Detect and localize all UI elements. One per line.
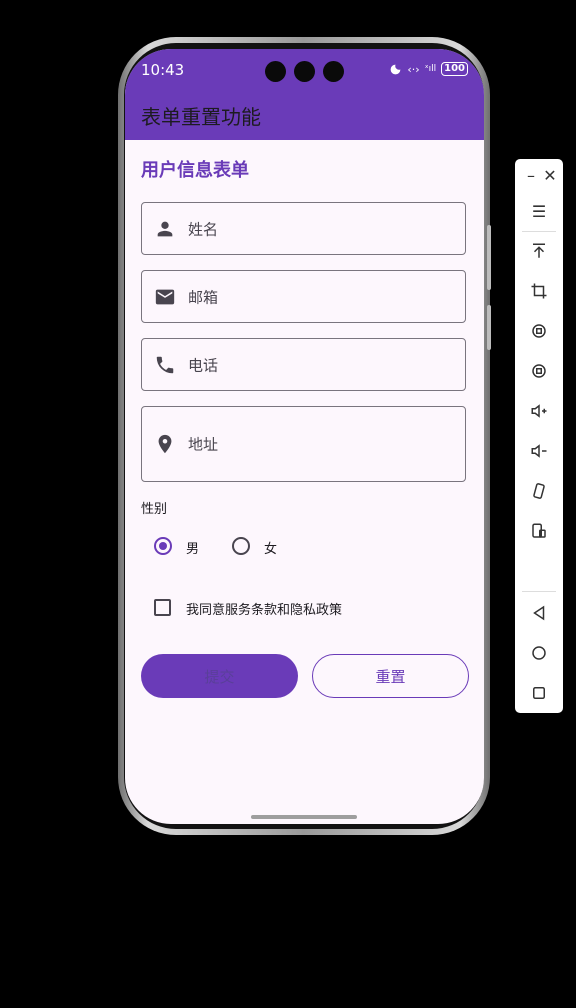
form-content: 用户信息表单 姓名 邮箱 电话 地址 性别 男 女 我同意服务条款和隐私政策 提…: [125, 140, 484, 824]
moon-icon: [390, 64, 401, 74]
gender-radio-male[interactable]: [154, 537, 172, 555]
crop-icon[interactable]: [527, 279, 551, 303]
mail-icon: [155, 289, 175, 304]
status-time: 10:43: [141, 61, 185, 79]
volume-up-icon[interactable]: [527, 399, 551, 423]
menu-icon[interactable]: ☰: [527, 199, 551, 223]
gender-label: 性别: [141, 502, 168, 517]
rotate-right-icon[interactable]: [527, 359, 551, 383]
agree-checkbox[interactable]: [154, 599, 171, 616]
name-field[interactable]: 姓名: [141, 202, 466, 255]
signal-icon: ˣıll: [424, 64, 437, 74]
email-placeholder: 邮箱: [188, 288, 219, 306]
address-placeholder: 地址: [188, 435, 219, 454]
camera-cutout: [265, 61, 344, 82]
scroll-top-icon[interactable]: [527, 239, 551, 263]
home-indicator[interactable]: [251, 815, 357, 819]
gender-option-male-label[interactable]: 男: [186, 538, 199, 557]
phone-screen: 10:43 ‹·› ˣıll 100 表单重置功能 用户信息表单 姓名 邮箱 电…: [125, 49, 484, 824]
gender-option-female-label[interactable]: 女: [264, 538, 277, 557]
shake-icon[interactable]: [527, 479, 551, 503]
name-placeholder: 姓名: [188, 220, 219, 238]
form-title: 用户信息表单: [141, 160, 249, 181]
email-field[interactable]: 邮箱: [141, 270, 466, 323]
reset-button[interactable]: 重置: [312, 654, 469, 698]
address-field[interactable]: 地址: [141, 406, 466, 482]
volume-button: [487, 225, 491, 290]
battery-icon: 100: [441, 62, 468, 76]
phone-placeholder: 电话: [188, 356, 219, 374]
home-icon[interactable]: [527, 641, 551, 665]
phone-icon: [156, 356, 174, 373]
volume-down-icon[interactable]: [527, 439, 551, 463]
power-button: [487, 305, 491, 350]
close-icon[interactable]: ✕: [538, 163, 562, 187]
gender-radio-female[interactable]: [232, 537, 250, 555]
fold-icon[interactable]: [527, 519, 551, 543]
person-icon: [157, 221, 173, 236]
app-bar: 表单重置功能: [125, 93, 484, 140]
agree-label[interactable]: 我同意服务条款和隐私政策: [186, 599, 342, 618]
overview-icon[interactable]: [527, 681, 551, 705]
status-bar: 10:43 ‹·› ˣıll 100: [125, 49, 484, 93]
submit-button[interactable]: 提交: [141, 654, 298, 698]
network-icon: ‹·›: [407, 62, 420, 76]
back-icon[interactable]: [527, 601, 551, 625]
app-bar-title: 表单重置功能: [141, 105, 261, 129]
emulator-toolbar: – ✕ ☰: [515, 159, 563, 713]
location-icon: [158, 434, 172, 454]
phone-field[interactable]: 电话: [141, 338, 466, 391]
rotate-left-icon[interactable]: [527, 319, 551, 343]
